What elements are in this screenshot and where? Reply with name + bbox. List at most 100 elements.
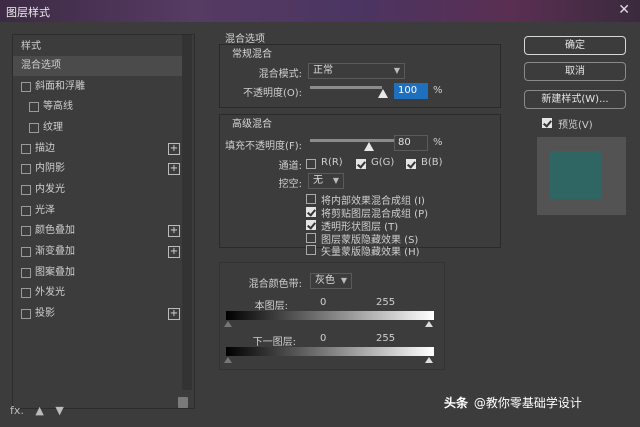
checkbox[interactable] <box>21 288 31 298</box>
opacity-unit: % <box>433 85 443 96</box>
under-layer-black-slider[interactable] <box>224 357 232 363</box>
blend-if-group: 混合颜色带: 灰色 ▼ 本图层: 0 255 下一图层: 0 255 <box>219 262 445 370</box>
style-item-inner-glow[interactable]: 内发光 <box>13 180 183 200</box>
chevron-down-icon: ▼ <box>340 276 347 285</box>
this-layer-white-slider[interactable] <box>425 321 433 327</box>
channel-g-checkbox[interactable] <box>356 159 366 169</box>
add-effect-icon[interactable]: + <box>168 163 180 175</box>
this-layer-max: 255 <box>376 297 396 308</box>
checkbox[interactable] <box>21 268 31 278</box>
cancel-button[interactable]: 取消 <box>524 62 626 81</box>
style-item-gradient-overlay[interactable]: 渐变叠加 + <box>13 242 183 262</box>
preview-swatch <box>549 151 601 199</box>
option-vector-mask-label: 矢量蒙版隐藏效果 (H) <box>321 247 420 258</box>
style-item-label: 光泽 <box>35 205 55 216</box>
channel-g-label: G(G) <box>371 157 395 168</box>
trash-icon[interactable] <box>178 397 188 408</box>
style-item-texture[interactable]: 纹理 <box>13 118 183 138</box>
style-item-pattern-overlay[interactable]: 图案叠加 <box>13 263 183 283</box>
section-title: 混合选项 <box>225 34 265 45</box>
checkbox[interactable] <box>21 206 31 216</box>
channel-b-checkbox[interactable] <box>406 159 416 169</box>
style-header-label: 样式 <box>21 41 41 52</box>
checkbox[interactable] <box>21 82 31 92</box>
fx-icon[interactable]: fx. <box>10 404 24 417</box>
style-item-label: 内阴影 <box>35 163 65 174</box>
this-layer-min: 0 <box>320 297 327 308</box>
option-transparency-shapes-checkbox[interactable] <box>306 220 316 230</box>
fill-opacity-label: 填充不透明度(F): <box>225 141 302 152</box>
knockout-select[interactable]: 无 ▼ <box>308 173 344 189</box>
checkbox[interactable] <box>21 309 31 319</box>
option-layer-mask-checkbox[interactable] <box>306 233 316 243</box>
style-list-footer: fx. ▲ ▼ <box>10 404 72 417</box>
style-item-contour[interactable]: 等高线 <box>13 97 183 117</box>
knockout-label: 挖空: <box>278 179 302 190</box>
add-effect-icon[interactable]: + <box>168 225 180 237</box>
ok-button[interactable]: 确定 <box>524 36 626 55</box>
watermark: 头条 @教你零基础学设计 <box>444 394 582 411</box>
channel-r-label: R(R) <box>321 157 343 168</box>
opacity-slider[interactable] <box>310 86 382 89</box>
window-title: 图层样式 <box>6 6 50 19</box>
title-bar[interactable]: 图层样式 ✕ <box>0 0 640 22</box>
checkbox[interactable] <box>21 144 31 154</box>
checkbox[interactable] <box>21 185 31 195</box>
add-effect-icon[interactable]: + <box>168 246 180 258</box>
opacity-label: 不透明度(O): <box>242 88 302 99</box>
style-item-label: 图案叠加 <box>35 267 75 278</box>
style-item-label: 斜面和浮雕 <box>35 81 85 92</box>
blend-mode-select[interactable]: 正常 ▼ <box>308 63 405 79</box>
preview-checkbox[interactable] <box>542 118 552 128</box>
opacity-input[interactable]: 100 <box>394 83 428 99</box>
opacity-slider-thumb[interactable] <box>378 89 388 98</box>
blend-if-select[interactable]: 灰色 ▼ <box>310 273 352 289</box>
style-item-satin[interactable]: 光泽 <box>13 201 183 221</box>
under-layer-gradient <box>226 347 434 356</box>
style-item-label: 外发光 <box>35 287 65 298</box>
style-item-label: 等高线 <box>43 101 73 112</box>
option-vector-mask-checkbox[interactable] <box>306 245 316 255</box>
checkbox[interactable] <box>21 164 31 174</box>
fill-opacity-input[interactable]: 80 <box>394 135 428 151</box>
close-icon[interactable]: ✕ <box>618 2 630 18</box>
preview-thumbnail <box>537 137 626 215</box>
style-item-label: 描边 <box>35 143 55 154</box>
blend-mode-label: 混合模式: <box>258 69 302 80</box>
checkbox[interactable] <box>29 123 39 133</box>
option-blend-interior-checkbox[interactable] <box>306 194 316 204</box>
style-item-label: 投影 <box>35 308 55 319</box>
style-item-label: 纹理 <box>43 122 63 133</box>
style-item-label: 内发光 <box>35 184 65 195</box>
fill-opacity-slider-thumb[interactable] <box>364 142 374 151</box>
this-layer-gradient <box>226 311 434 320</box>
general-blending-group: 常规混合 混合模式: 正常 ▼ 不透明度(O): 100 % <box>219 44 501 108</box>
chevron-down-icon: ▼ <box>393 66 400 75</box>
add-effect-icon[interactable]: + <box>168 143 180 155</box>
style-item-stroke[interactable]: 描边 + <box>13 139 183 159</box>
under-layer-white-slider[interactable] <box>425 357 433 363</box>
move-up-icon[interactable]: ▲ <box>35 404 43 417</box>
move-down-icon[interactable]: ▼ <box>55 404 63 417</box>
this-layer-black-slider[interactable] <box>224 321 232 327</box>
style-item-color-overlay[interactable]: 颜色叠加 + <box>13 221 183 241</box>
style-item-blend-options[interactable]: 混合选项 <box>13 56 183 76</box>
add-effect-icon[interactable]: + <box>168 308 180 320</box>
new-style-button[interactable]: 新建样式(W)... <box>524 90 626 109</box>
style-item-inner-shadow[interactable]: 内阴影 + <box>13 159 183 179</box>
channel-r-checkbox[interactable] <box>306 159 316 169</box>
style-item-outer-glow[interactable]: 外发光 <box>13 283 183 303</box>
option-blend-clipped-checkbox[interactable] <box>306 207 316 217</box>
style-item-drop-shadow[interactable]: 投影 + <box>13 304 183 324</box>
style-item-label: 颜色叠加 <box>35 225 75 236</box>
style-list-header: 样式 <box>13 37 183 57</box>
checkbox[interactable] <box>21 247 31 257</box>
style-list-scrollbar[interactable] <box>182 35 192 390</box>
checkbox[interactable] <box>29 102 39 112</box>
preview-label: 预览(V) <box>558 120 593 131</box>
channels-label: 通道: <box>278 161 302 172</box>
under-layer-label: 下一图层: <box>252 337 296 348</box>
style-item-label: 渐变叠加 <box>35 246 75 257</box>
style-item-bevel-emboss[interactable]: 斜面和浮雕 <box>13 77 183 97</box>
checkbox[interactable] <box>21 226 31 236</box>
